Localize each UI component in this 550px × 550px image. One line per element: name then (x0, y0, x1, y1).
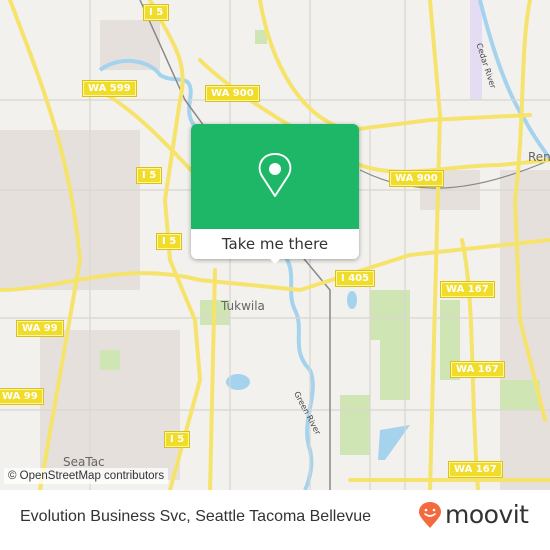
map-view[interactable]: I 5 WA 599 WA 900 I 5 I 5 WA 900 I 405 W… (0, 0, 550, 490)
moovit-pin-icon (419, 501, 441, 528)
map-attribution[interactable]: © OpenStreetMap contributors (4, 468, 169, 484)
road-shield-i5: I 5 (135, 167, 163, 184)
road-shield-i405: I 405 (334, 270, 376, 287)
road-shield-wa167: WA 167 (440, 281, 495, 298)
park (100, 350, 120, 370)
footer: Evolution Business Svc, Seattle Tacoma B… (0, 490, 550, 550)
popup-header (191, 124, 359, 229)
road-shield-wa99: WA 99 (16, 320, 64, 337)
road-shield-i5: I 5 (155, 233, 183, 250)
road-shield-i5: I 5 (142, 4, 170, 21)
location-pin-icon (258, 153, 292, 197)
place-label-tukwila: Tukwila (221, 299, 265, 313)
moovit-logo-text: moovit (445, 500, 529, 529)
road-shield-wa167: WA 167 (448, 461, 503, 478)
urban-area (0, 130, 140, 290)
road-shield-wa167: WA 167 (450, 361, 505, 378)
place-label-seatac: SeaTac (63, 455, 105, 469)
road-shield-wa900: WA 900 (389, 170, 444, 187)
location-popup: Take me there (191, 124, 359, 264)
popup-pointer (267, 256, 283, 264)
place-label-renton: Ren (528, 150, 550, 164)
moovit-logo[interactable]: moovit (418, 500, 529, 529)
road-shield-wa599: WA 599 (82, 80, 137, 97)
park (370, 290, 410, 340)
business-title: Evolution Business Svc, Seattle Tacoma B… (20, 508, 372, 525)
lake (347, 291, 357, 309)
arterial-road (428, 0, 443, 490)
park (340, 395, 370, 455)
road-shield-wa900: WA 900 (205, 85, 260, 102)
take-me-there-button[interactable]: Take me there (191, 229, 359, 259)
road-shield-i5: I 5 (163, 431, 191, 448)
urban-area (500, 170, 550, 490)
road-shield-wa99: WA 99 (0, 388, 44, 405)
park (500, 380, 540, 410)
